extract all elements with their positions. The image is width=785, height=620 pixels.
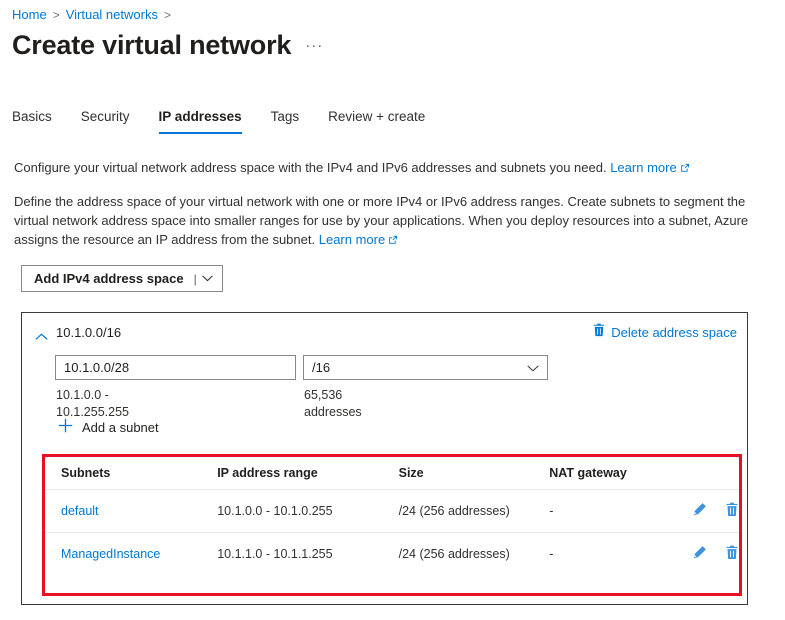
chevron-down-icon-select [527,359,539,377]
subnet-link-default[interactable]: default [61,504,99,518]
table-row: default 10.1.0.0 - 10.1.0.255 /24 (256 a… [44,490,743,533]
plus-icon [58,418,73,438]
address-space-title: 10.1.0.0/16 [56,324,121,342]
column-header-actions [683,458,744,490]
description-paragraph-1: Configure your virtual network address s… [14,158,754,178]
trash-icon[interactable] [725,502,739,517]
delete-address-space-button[interactable]: Delete address space [593,323,737,342]
address-count-helper: 65,536 addresses [304,387,362,421]
pencil-icon[interactable] [692,502,707,517]
external-link-icon-1 [680,159,690,178]
tab-bar: Basics Security IP addresses Tags Review… [12,108,425,134]
chevron-down-icon[interactable] [199,266,222,291]
table-row: ManagedInstance 10.1.1.0 - 10.1.1.255 /2… [44,533,743,576]
add-ipv4-address-space-button[interactable]: Add IPv4 address space | [21,265,223,292]
description-text-1: Configure your virtual network address s… [14,160,607,175]
address-space-panel: 10.1.0.0/16 Delete address space /16 10.… [21,312,748,605]
page-title-row: Create virtual network ··· [12,28,323,62]
chevron-up-icon[interactable] [35,328,48,346]
cell-ip-range: 10.1.1.0 - 10.1.1.255 [217,533,398,576]
trash-icon [593,323,605,342]
cell-nat: - [549,490,682,533]
breadcrumb-item-virtual-networks[interactable]: Virtual networks [66,6,158,24]
external-link-icon-2 [388,231,398,250]
learn-more-label-2: Learn more [319,232,385,247]
breadcrumb-separator-2: > [164,6,171,24]
cell-ip-range: 10.1.0.0 - 10.1.0.255 [217,490,398,533]
cell-size: /24 (256 addresses) [399,490,550,533]
learn-more-label-1: Learn more [610,160,676,175]
trash-icon[interactable] [725,545,739,560]
column-header-nat: NAT gateway [549,458,682,490]
address-size-select[interactable]: /16 [303,355,548,380]
delete-address-space-label: Delete address space [611,324,737,342]
add-subnet-label: Add a subnet [82,419,159,437]
learn-more-link-2[interactable]: Learn more [319,232,398,247]
breadcrumb-item-home[interactable]: Home [12,6,47,24]
address-space-header: 10.1.0.0/16 Delete address space [22,323,747,345]
page-title: Create virtual network [12,28,291,62]
tab-security[interactable]: Security [81,108,130,134]
tab-tags[interactable]: Tags [271,108,300,134]
address-range-helper: 10.1.0.0 - 10.1.255.255 [56,387,129,421]
add-subnet-button[interactable]: Add a subnet [58,418,159,438]
description-paragraph-2: Define the address space of your virtual… [14,192,750,250]
tab-review-create[interactable]: Review + create [328,108,425,134]
cell-nat: - [549,533,682,576]
more-options-button[interactable]: ··· [305,38,323,62]
subnet-link-managedinstance[interactable]: ManagedInstance [61,547,160,561]
tab-ip-addresses[interactable]: IP addresses [159,108,242,134]
column-header-size: Size [399,458,550,490]
address-prefix-input[interactable] [55,355,296,380]
tab-basics[interactable]: Basics [12,108,52,134]
pencil-icon[interactable] [692,545,707,560]
breadcrumb-separator: > [53,6,60,24]
subnet-table: Subnets IP address range Size NAT gatewa… [44,458,743,575]
column-header-subnets: Subnets [44,458,217,490]
table-header-row: Subnets IP address range Size NAT gatewa… [44,458,743,490]
address-size-value: /16 [312,360,527,375]
learn-more-link-1[interactable]: Learn more [610,160,689,175]
column-header-ip-range: IP address range [217,458,398,490]
breadcrumb: Home > Virtual networks > [12,6,171,24]
cell-size: /24 (256 addresses) [399,533,550,576]
add-ipv4-address-space-label: Add IPv4 address space [22,266,194,291]
